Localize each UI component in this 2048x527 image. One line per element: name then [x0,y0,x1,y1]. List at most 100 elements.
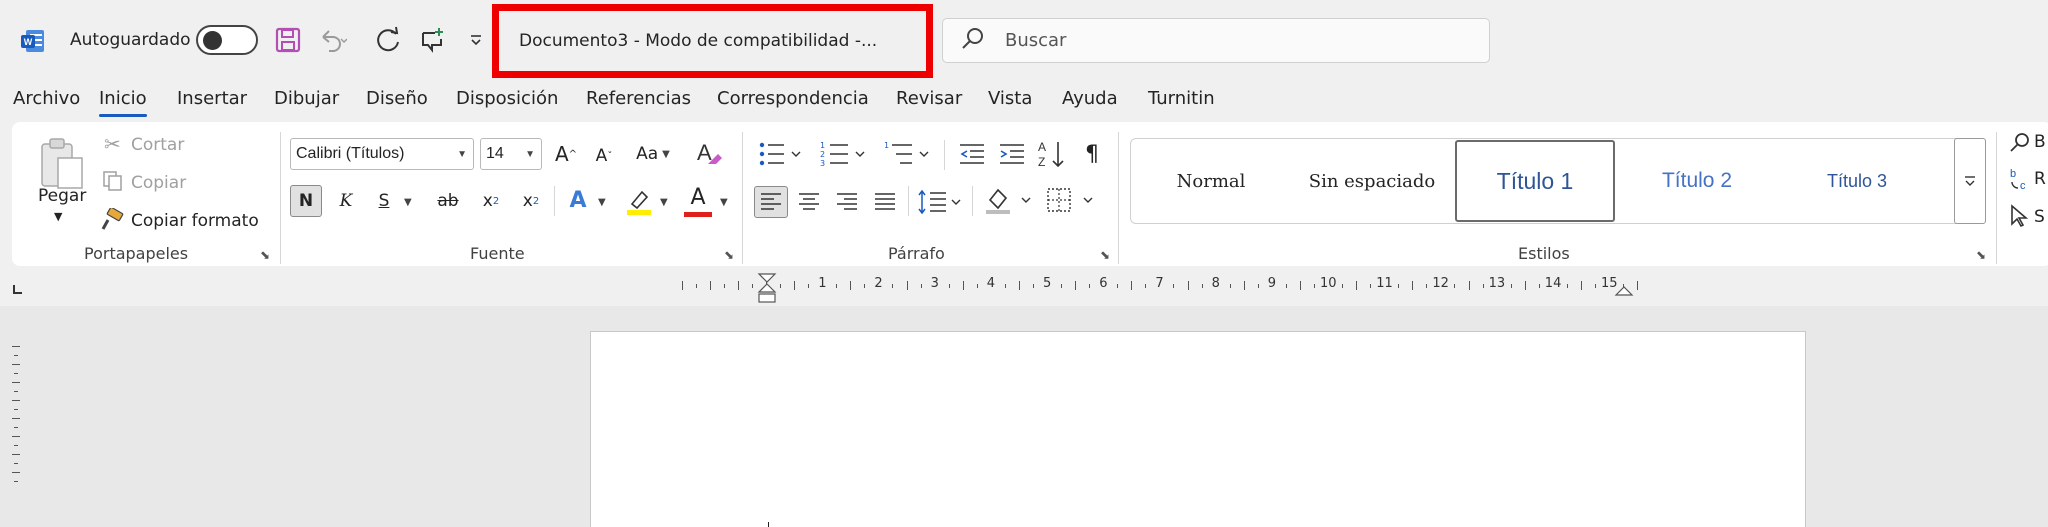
superscript-button[interactable]: x2 [516,185,546,217]
select-label[interactable]: S [2034,207,2045,227]
multilevel-list-icon[interactable]: 1 [884,140,930,172]
document-title-box[interactable]: Documento3 - Modo de compatibilidad -... [492,4,933,78]
underline-button[interactable]: S [370,185,398,217]
subscript-button[interactable]: x2 [476,185,506,217]
font-size-combo[interactable]: 14 ▼ [480,138,542,170]
tab-turnitin[interactable]: Turnitin [1148,88,1215,109]
font-color-dropdown-icon[interactable]: ▼ [720,197,728,208]
bullets-icon[interactable] [758,140,802,172]
bold-button[interactable]: N [290,185,322,217]
ruler-tick [751,284,753,288]
tab-archivo[interactable]: Archivo [13,88,80,109]
document-page[interactable] [590,331,1806,527]
style-titulo-1[interactable]: Título 1 [1455,140,1615,222]
paste-dropdown-icon[interactable]: ▼ [54,210,62,223]
autosave-toggle[interactable] [196,25,258,55]
ruler-tick [1426,284,1428,288]
tab-correspondencia[interactable]: Correspondencia [717,88,869,109]
align-center-icon[interactable] [798,192,820,216]
paste-label[interactable]: Pegar [38,186,86,206]
ruler-tick [1468,281,1470,290]
find-icon[interactable] [2008,130,2032,158]
find-label[interactable]: B [2034,132,2046,152]
style-sin-espaciado[interactable]: Sin espaciado [1291,139,1453,223]
style-titulo-2[interactable]: Título 2 [1617,139,1777,223]
sort-icon[interactable]: AZ [1038,138,1068,174]
tab-ayuda[interactable]: Ayuda [1062,88,1118,109]
new-comment-icon[interactable] [416,24,448,56]
ruler-tick [1594,284,1596,288]
align-right-icon[interactable] [836,192,858,216]
ruler-tick [1510,284,1512,288]
increase-indent-icon[interactable] [998,142,1026,170]
paragraph-launcher-icon[interactable]: ⬊ [1100,248,1110,262]
highlight-color-icon[interactable] [624,186,654,220]
show-formatting-marks-icon[interactable]: ¶ [1078,138,1106,170]
line-spacing-icon[interactable] [918,188,964,220]
highlight-dropdown-icon[interactable]: ▼ [660,197,668,208]
save-icon[interactable] [272,24,304,56]
decrease-indent-icon[interactable] [958,142,986,170]
select-icon[interactable] [2008,204,2030,232]
justify-icon[interactable] [874,192,896,216]
align-left-button[interactable] [754,186,788,218]
word-logo-icon[interactable]: W [20,28,46,54]
font-launcher-icon[interactable]: ⬊ [724,248,734,262]
font-color-button[interactable]: A [684,182,712,212]
vertical-ruler[interactable] [8,346,28,527]
copy-label[interactable]: Copiar [131,173,186,193]
ruler-tick [808,284,810,288]
ruler-tick [695,284,697,288]
right-indent-marker-icon[interactable] [1614,282,1634,301]
cut-icon[interactable]: ✂ [104,132,121,156]
ruler-tick [1637,281,1639,290]
indent-marker-icon[interactable] [756,272,778,310]
font-size-value: 14 [486,145,504,162]
font-name-value: Calibri (Títulos) [296,145,405,162]
ruler-tick [1566,284,1568,288]
tab-insertar[interactable]: Insertar [177,88,247,109]
borders-icon[interactable] [1046,186,1096,220]
text-effects-dropdown-icon[interactable]: ▼ [598,197,606,208]
customize-toolbar-icon[interactable] [460,24,492,56]
tab-revisar[interactable]: Revisar [896,88,962,109]
svg-text:W: W [24,37,33,47]
numbering-icon[interactable]: 123 [820,140,866,172]
change-case-button[interactable]: Aa ▼ [630,138,676,170]
tab-diseno[interactable]: Diseño [366,88,428,109]
shading-icon[interactable] [984,186,1034,220]
styles-launcher-icon[interactable]: ⬊ [1976,248,1986,262]
undo-icon[interactable] [316,24,348,56]
tab-selector-icon[interactable] [12,280,24,299]
tab-vista[interactable]: Vista [988,88,1032,109]
underline-dropdown-icon[interactable]: ▼ [404,197,412,208]
paragraph-group-label: Párrafo [888,244,945,263]
replace-icon[interactable]: bc [2008,166,2032,196]
clipboard-launcher-icon[interactable]: ⬊ [260,248,270,262]
styles-more-button[interactable] [1954,138,1986,224]
redo-icon[interactable] [372,24,404,56]
ruler-tick [1524,281,1526,290]
text-effects-button[interactable]: A [564,184,592,216]
copy-icon[interactable] [102,170,124,196]
tab-referencias[interactable]: Referencias [586,88,691,109]
svg-text:A: A [1038,140,1046,154]
cut-label[interactable]: Cortar [131,135,184,155]
tab-disposicion[interactable]: Disposición [456,88,558,109]
ruler-tick [1257,284,1259,288]
search-box[interactable]: Buscar [942,18,1490,63]
replace-label[interactable]: R [2034,169,2046,189]
font-name-combo[interactable]: Calibri (Títulos) ▼ [290,138,474,170]
style-normal[interactable]: Normal [1131,139,1291,223]
tab-inicio[interactable]: Inicio [99,88,147,117]
grow-font-icon[interactable]: A ^ [552,138,580,170]
clear-formatting-icon[interactable]: A [694,138,724,172]
format-painter-icon[interactable] [100,206,124,236]
strikethrough-button[interactable]: ab [432,185,464,217]
format-painter-label[interactable]: Copiar formato [131,211,259,231]
shrink-font-icon[interactable]: Aˇ [590,140,618,172]
ruler-tick [12,400,20,401]
italic-button[interactable]: K [332,185,360,217]
tab-dibujar[interactable]: Dibujar [274,88,339,109]
style-titulo-3[interactable]: Título 3 [1777,139,1937,223]
